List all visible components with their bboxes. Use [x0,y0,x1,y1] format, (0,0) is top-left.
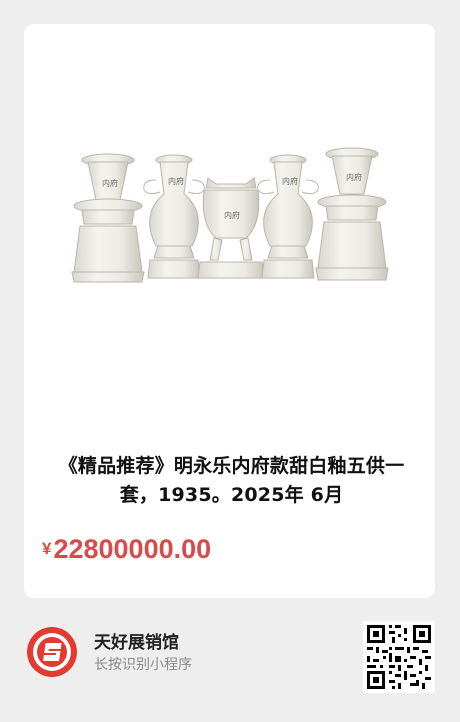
shop-logo-icon[interactable] [26,626,78,678]
porcelain-set-illustration: 内府 内府 内府 内府 内府 [71,147,389,283]
mini-program-hint: 长按识别小程序 [94,657,192,673]
product-card[interactable]: 内府 内府 内府 内府 内府 《精品推荐》明永乐内府款甜白釉五供一套，1935。… [24,24,435,598]
vase-right: 内府 [257,154,319,279]
footer: 天好展销馆 长按识别小程序 [0,598,460,722]
candlestick-right: 内府 [315,147,389,281]
candlestick-left: 内府 [71,153,145,283]
svg-text:内府: 内府 [282,176,298,186]
shop-name: 天好展销馆 [94,633,179,653]
censer-center: 内府 [197,177,265,279]
svg-text:内府: 内府 [102,178,118,188]
svg-text:内府: 内府 [346,172,362,182]
price-amount: 22800000.00 [53,534,212,564]
product-image[interactable]: 内府 内府 内府 内府 内府 [24,24,435,434]
qr-code-icon[interactable] [363,621,435,693]
product-title[interactable]: 《精品推荐》明永乐内府款甜白釉五供一套，1935。2025年 6月 [44,452,419,510]
svg-text:内府: 内府 [168,176,184,186]
currency-symbol: ¥ [42,539,52,558]
vase-left: 内府 [143,154,205,279]
product-price: ¥22800000.00 [42,534,211,565]
svg-text:内府: 内府 [224,210,240,220]
